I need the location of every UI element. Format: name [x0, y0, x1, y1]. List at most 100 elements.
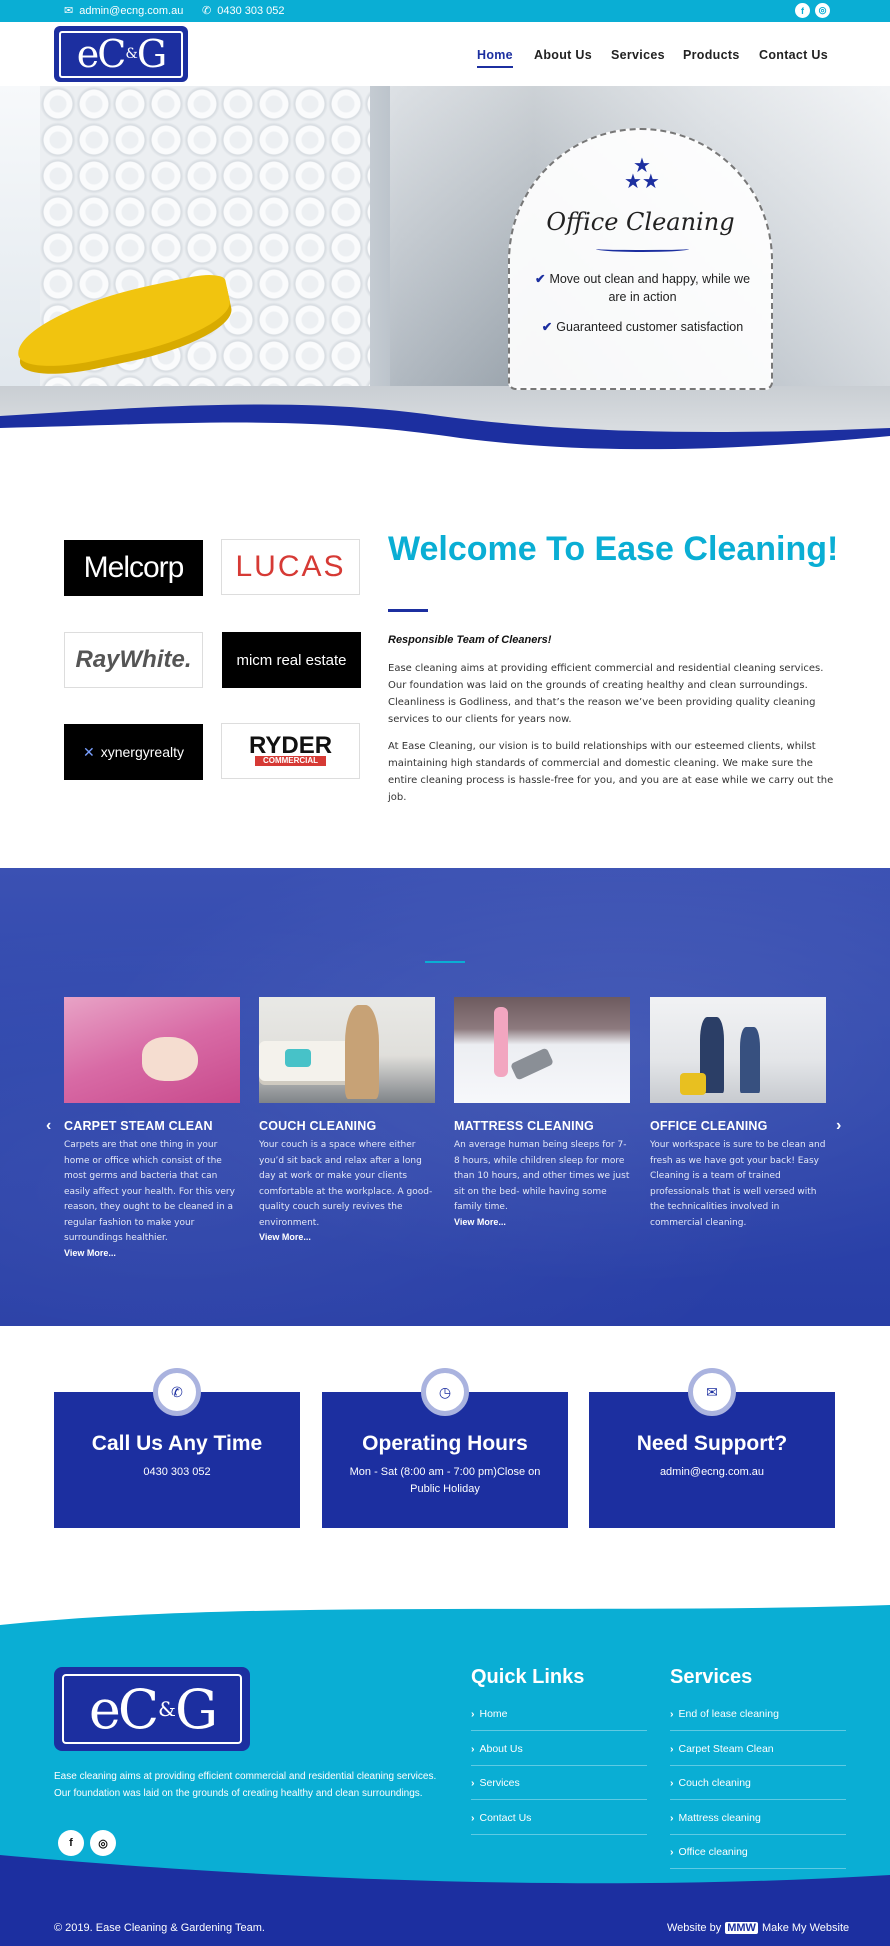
service-desc: Your workspace is sure to be clean and f…: [650, 1140, 826, 1228]
service-desc: Your couch is a space where either you’d…: [259, 1140, 433, 1228]
view-more-link[interactable]: View More...: [259, 1232, 435, 1242]
carpet-image[interactable]: [64, 997, 240, 1103]
brand-micm-text: micm real estate: [236, 651, 347, 669]
topbar-phone-text[interactable]: 0430 303 052: [217, 5, 284, 17]
service-card-couch[interactable]: COUCH CLEANING Your couch is a space whe…: [259, 997, 435, 1242]
brand-logo-melcorp: Melcorp: [64, 540, 203, 596]
welcome-subtitle: Responsible Team of Cleaners!: [388, 634, 552, 646]
quick-link-label[interactable]: About Us: [480, 1743, 523, 1755]
brand-logo-ryder: RYDER COMMERCIAL: [221, 723, 360, 779]
footer-service-couch[interactable]: › Couch cleaning: [670, 1766, 846, 1800]
footer-logo[interactable]: eC & G: [54, 1667, 250, 1751]
footer-logo-amp: &: [158, 1697, 176, 1721]
couch-image[interactable]: [259, 997, 435, 1103]
footer-service-mattress[interactable]: › Mattress cleaning: [670, 1801, 846, 1835]
service-desc: Carpets are that one thing in your home …: [64, 1140, 235, 1243]
footer-service-label[interactable]: Carpet Steam Clean: [679, 1743, 774, 1755]
service-card-office[interactable]: OFFICE CLEANING Your workspace is sure t…: [650, 997, 826, 1231]
bucket-shape: [680, 1073, 706, 1095]
brand-melcorp-text: Melcorp: [83, 551, 185, 584]
site-credit[interactable]: Website by MMW Make My Website: [667, 1922, 849, 1934]
quick-link-services[interactable]: › Services: [471, 1766, 647, 1800]
service-card-mattress[interactable]: MATTRESS CLEANING An average human being…: [454, 997, 630, 1227]
phone-icon: ✆: [153, 1368, 201, 1416]
nav-home[interactable]: Home: [477, 48, 513, 68]
info-title: Call Us Any Time: [91, 1432, 263, 1455]
info-box-hours: ◷ Operating Hours Mon - Sat (8:00 am - 7…: [322, 1368, 568, 1528]
brand-ryder-sub: COMMERCIAL: [254, 756, 327, 766]
office-image[interactable]: [650, 997, 826, 1103]
quick-link-label[interactable]: Contact Us: [480, 1812, 532, 1824]
cushion-shape: [285, 1049, 311, 1067]
quick-link-label[interactable]: Services: [480, 1777, 520, 1789]
phone-icon: ✆: [202, 5, 212, 17]
cleaner-person: [345, 1005, 379, 1099]
mattress-image[interactable]: [454, 997, 630, 1103]
nav-services[interactable]: Services: [611, 48, 665, 62]
carousel-next-arrow[interactable]: ›: [836, 1117, 841, 1135]
quick-link-about[interactable]: › About Us: [471, 1732, 647, 1766]
nav-products[interactable]: Products: [683, 48, 740, 62]
brand-lucas-text: LUCAS: [235, 550, 346, 583]
footer-service-carpet[interactable]: › Carpet Steam Clean: [670, 1732, 846, 1766]
envelope-icon: ✉: [64, 5, 74, 17]
footer-service-label[interactable]: Mattress cleaning: [679, 1812, 761, 1824]
baby-foot: [142, 1037, 198, 1081]
footer-service-label[interactable]: Office cleaning: [679, 1846, 748, 1858]
info-value[interactable]: admin@ecng.com.au: [609, 1464, 815, 1481]
carousel-prev-arrow[interactable]: ‹: [46, 1117, 51, 1135]
office-cleaning-card: ★ ★★ Office Cleaning ✔ Move out clean and …: [508, 128, 773, 390]
info-value[interactable]: 0430 303 052: [74, 1464, 280, 1481]
hero-wave: [0, 404, 890, 486]
hero-point-text: Guaranteed customer satisfaction: [556, 320, 744, 334]
chevron-right-icon: ›: [670, 1777, 674, 1789]
brand-xynergy-text: xynergyrealty: [100, 744, 184, 760]
instagram-icon[interactable]: ◎: [90, 1830, 116, 1856]
quick-link-home[interactable]: › Home: [471, 1697, 647, 1731]
hero-title: Office Cleaning: [546, 208, 735, 236]
topbar-email-text[interactable]: admin@ecng.com.au: [79, 5, 183, 17]
footer-logo-tail: G: [174, 1677, 218, 1741]
topbar-email[interactable]: ✉ admin@ecng.com.au: [64, 4, 183, 18]
facebook-icon[interactable]: f: [58, 1830, 84, 1856]
service-name[interactable]: COUCH CLEANING: [259, 1119, 435, 1133]
footer-service-office[interactable]: › Office cleaning: [670, 1835, 846, 1869]
brand-logo-micm: micm real estate: [222, 632, 361, 688]
make-my-website-logo[interactable]: MMW: [725, 1922, 758, 1934]
nav-contact-us[interactable]: Contact Us: [759, 48, 828, 62]
quick-link-contact[interactable]: › Contact Us: [471, 1801, 647, 1835]
xynergy-x-icon: ✕: [83, 743, 95, 760]
footer-service-end-of-lease[interactable]: › End of lease cleaning: [670, 1697, 846, 1731]
hero-point-text: Move out clean and happy, while we are i…: [549, 272, 751, 304]
info-box-call: ✆ Call Us Any Time 0430 303 052: [54, 1368, 300, 1528]
service-card-carpet[interactable]: CARPET STEAM CLEAN Carpets are that one …: [64, 997, 240, 1258]
chevron-right-icon: ›: [670, 1846, 674, 1858]
envelope-icon: ✉: [688, 1368, 736, 1416]
service-name[interactable]: OFFICE CLEANING: [650, 1119, 826, 1133]
cleaner-person: [740, 1027, 760, 1093]
footer-service-label[interactable]: Couch cleaning: [679, 1777, 751, 1789]
clock-icon: ◷: [421, 1368, 469, 1416]
top-bar: ✉ admin@ecng.com.au ✆ 0430 303 052 f ◎: [0, 0, 890, 22]
footer-description: Ease cleaning aims at providing efficien…: [54, 1771, 437, 1799]
services-divider: [425, 961, 465, 963]
instagram-icon[interactable]: ◎: [815, 3, 830, 18]
service-name[interactable]: CARPET STEAM CLEAN: [64, 1119, 240, 1133]
nav-about-us[interactable]: About Us: [534, 48, 592, 62]
topbar-phone[interactable]: ✆ 0430 303 052: [202, 4, 285, 18]
site-header: eC & G Home About Us Services Products Con…: [0, 22, 890, 86]
check-icon: ✔: [534, 272, 546, 286]
facebook-icon[interactable]: f: [795, 3, 810, 18]
logo-text: eC: [76, 32, 127, 76]
service-name[interactable]: MATTRESS CLEANING: [454, 1119, 630, 1133]
view-more-link[interactable]: View More...: [454, 1217, 630, 1227]
site-logo[interactable]: eC & G: [54, 26, 188, 82]
view-more-link[interactable]: View More...: [64, 1248, 240, 1258]
logo-tail: G: [136, 32, 167, 76]
footer-logo-text: eC: [88, 1677, 159, 1741]
credit-name[interactable]: Make My Website: [762, 1922, 849, 1934]
quick-link-label[interactable]: Home: [480, 1708, 508, 1720]
chevron-right-icon: ›: [471, 1812, 475, 1824]
footer-service-label[interactable]: End of lease cleaning: [679, 1708, 779, 1720]
brand-logo-raywhite: RayWhite.: [64, 632, 203, 688]
